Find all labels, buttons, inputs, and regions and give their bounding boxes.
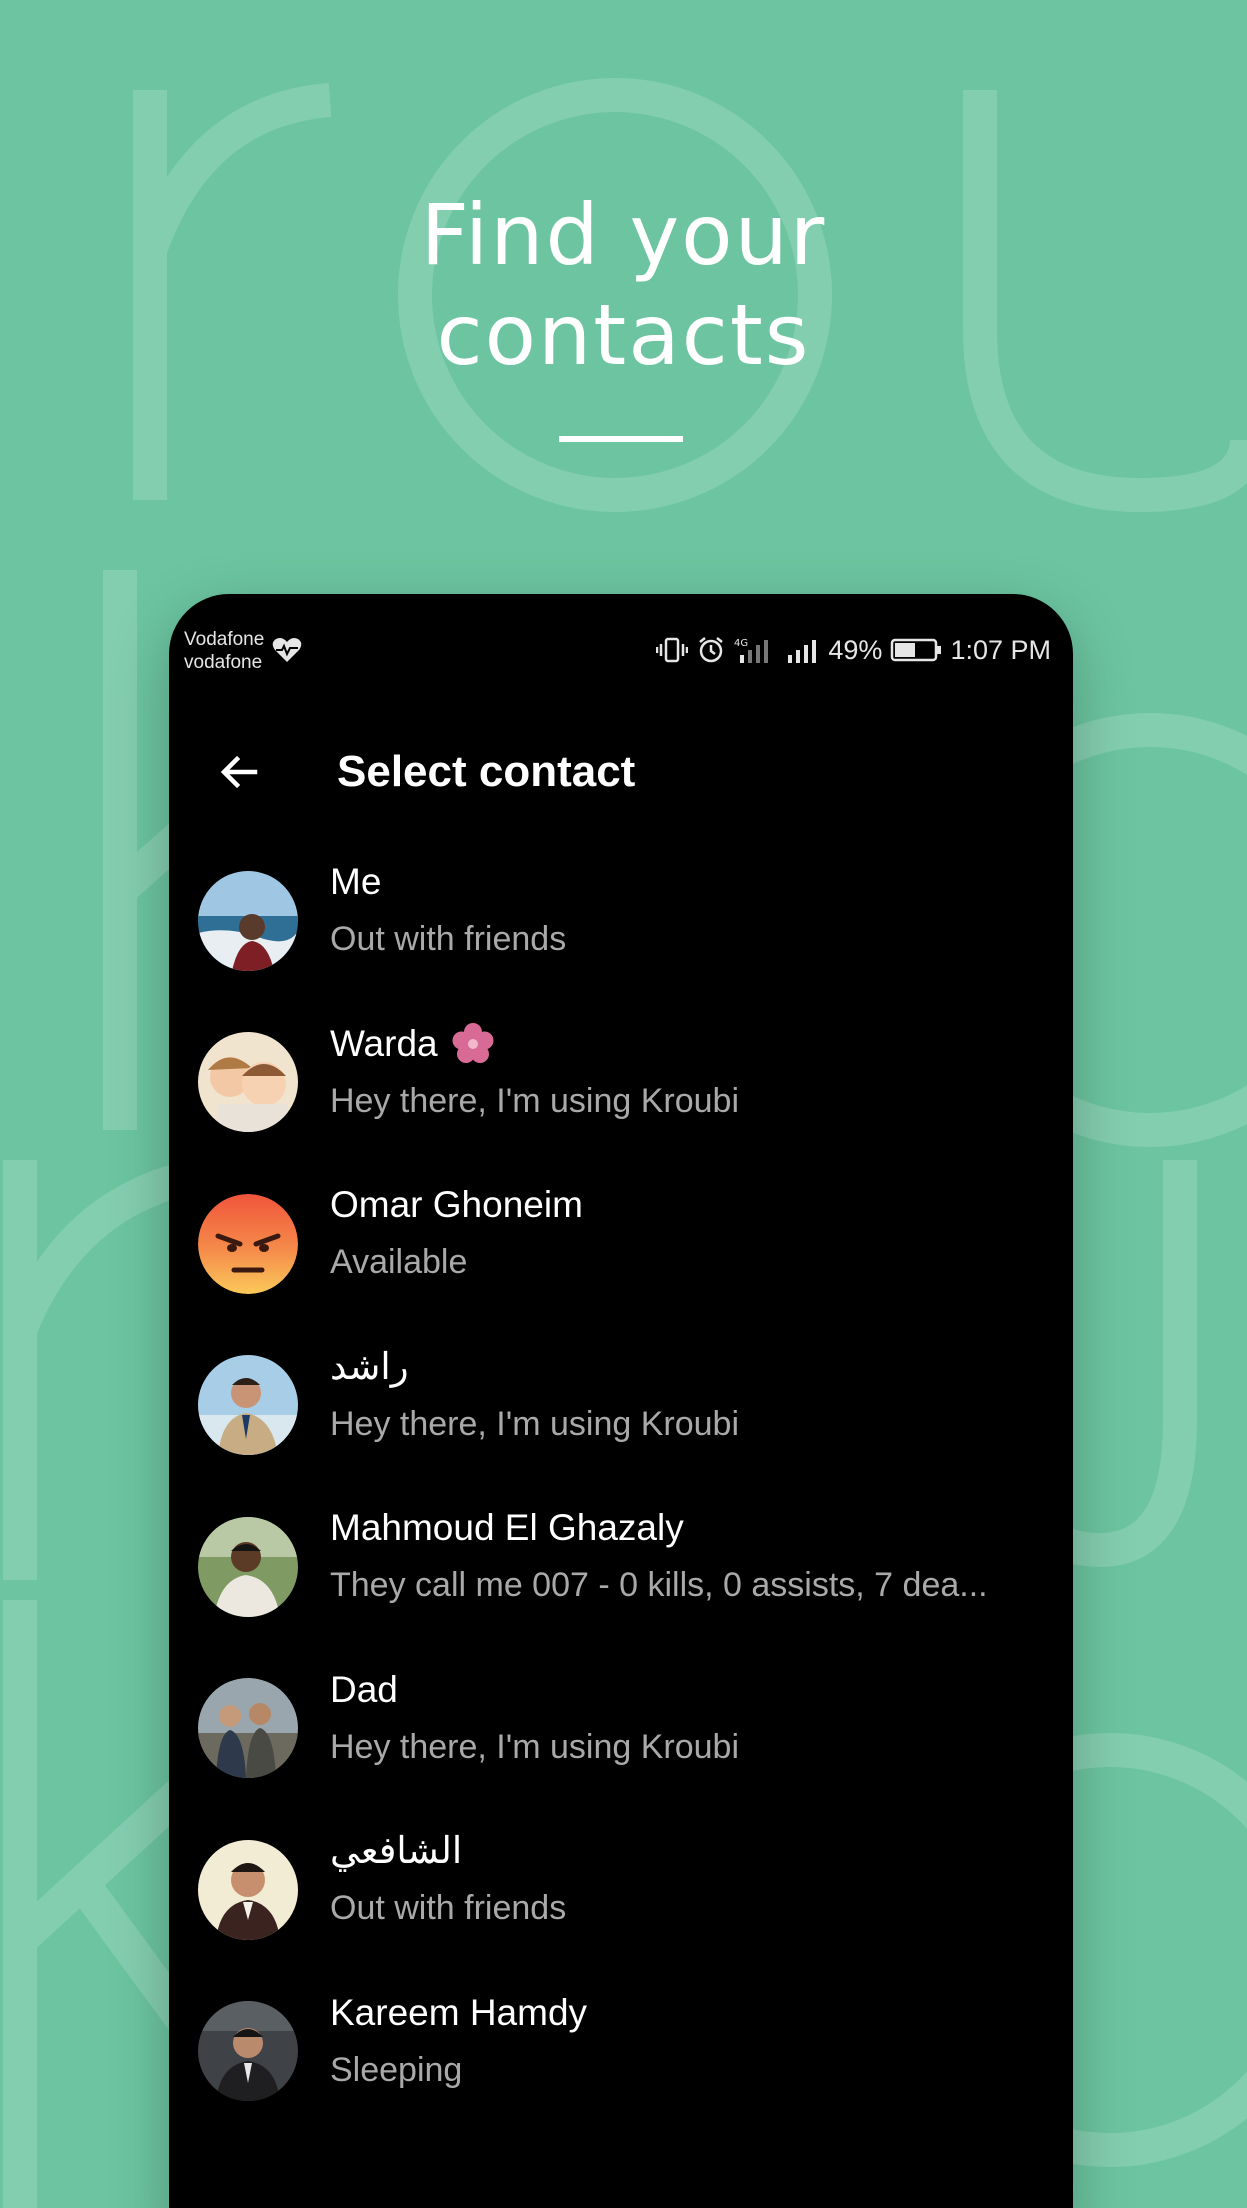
- contact-row[interactable]: Me Out with friends: [169, 840, 1073, 1002]
- contact-status: Available: [330, 1243, 468, 1281]
- avatar: [198, 1193, 298, 1294]
- contact-name: Warda: [330, 1020, 1043, 1068]
- battery-icon: [891, 638, 942, 662]
- contact-row[interactable]: راشد Hey there, I'm using Kroubi: [169, 1325, 1073, 1487]
- contact-row[interactable]: Warda Hey there, I'm using Kroubi: [169, 1002, 1073, 1164]
- promo-screen: Find your contacts Vodafone vodafone 4G …: [0, 0, 1247, 2208]
- headline-line-1: Find your: [420, 186, 827, 284]
- alarm-icon: [699, 637, 724, 663]
- status-indicators: 4G 49% 1:07 PM: [656, 634, 1051, 666]
- clock: 1:07 PM: [950, 634, 1051, 665]
- contact-row[interactable]: Mahmoud El Ghazaly They call me 007 - 0 …: [169, 1486, 1073, 1648]
- contact-name: Kareem Hamdy: [330, 1991, 588, 2033]
- avatar: [198, 1516, 298, 1617]
- headline-line-2: contacts: [436, 286, 811, 384]
- angry-face-icon: [198, 1193, 298, 1294]
- contact-name: Me: [330, 861, 382, 902]
- contact-row[interactable]: Omar Ghoneim Available: [169, 1163, 1073, 1325]
- cell-signal-icon: [788, 640, 817, 663]
- status-bar: Vodafone vodafone 4G 49% 1:07 PM: [169, 594, 1073, 704]
- contact-status: Hey there, I'm using Kroubi: [330, 1727, 740, 1766]
- avatar: [198, 2001, 298, 2102]
- contact-list: Me Out with friends Warda Hey there, I'm…: [169, 840, 1073, 2132]
- page-title: Select contact: [337, 747, 636, 796]
- carrier-line-2: vodafone: [184, 652, 263, 673]
- contact-name: الشافعي: [330, 1830, 463, 1871]
- back-button[interactable]: [189, 722, 289, 822]
- lte-signal-icon: 4G: [734, 638, 769, 663]
- contact-status: Hey there, I'm using Kroubi: [330, 1081, 740, 1120]
- avatar: [198, 1032, 298, 1133]
- contact-row[interactable]: Dad Hey there, I'm using Kroubi: [169, 1648, 1073, 1810]
- contact-name: Dad: [330, 1668, 398, 1710]
- phone-screen: Vodafone vodafone 4G 49% 1:07 PM Select …: [169, 594, 1073, 2208]
- avatar: [198, 1839, 298, 1940]
- contact-name: Mahmoud El Ghazaly: [330, 1507, 684, 1548]
- contact-name: راشد: [330, 1345, 409, 1387]
- flower-icon: [452, 1022, 494, 1063]
- app-bar: Select contact: [169, 704, 1073, 840]
- carrier-label: Vodafone vodafone: [184, 628, 264, 674]
- contact-status: Out with friends: [330, 1889, 567, 1927]
- contact-status: Sleeping: [330, 2050, 463, 2089]
- avatar: [198, 1678, 298, 1779]
- arrow-left-icon: [220, 755, 258, 789]
- contact-name: Omar Ghoneim: [330, 1184, 583, 1225]
- carrier-line-1: Vodafone: [184, 629, 265, 650]
- heart-pulse-icon: [272, 638, 302, 662]
- vibrate-icon: [656, 637, 689, 663]
- contact-status: They call me 007 - 0 kills, 0 assists, 7…: [330, 1566, 988, 1604]
- battery-percent: 49%: [828, 634, 883, 665]
- headline-underline: [559, 436, 683, 442]
- contact-row[interactable]: Kareem Hamdy Sleeping: [169, 1971, 1073, 2133]
- avatar: [198, 870, 298, 971]
- avatar: [198, 1355, 298, 1456]
- headline: Find your contacts: [0, 185, 1247, 385]
- contact-row[interactable]: الشافعي Out with friends: [169, 1809, 1073, 1971]
- contact-status: Out with friends: [330, 920, 567, 958]
- svg-text:4G: 4G: [734, 638, 748, 649]
- contact-status: Hey there, I'm using Kroubi: [330, 1404, 740, 1443]
